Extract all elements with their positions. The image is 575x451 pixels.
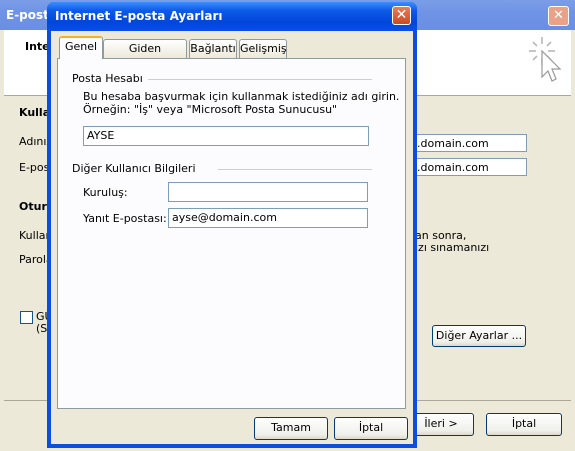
account-name-input[interactable]: AYSE — [83, 126, 369, 146]
close-icon: ✕ — [553, 8, 564, 23]
name-input[interactable]: l.domain.com — [410, 134, 527, 152]
dialog-close-button[interactable]: ✕ — [392, 6, 411, 25]
internet-email-settings-dialog: Internet E-posta Ayarları ✕ Genel Giden … — [47, 2, 417, 448]
secure-password-checkbox[interactable] — [20, 311, 33, 324]
dialog-titlebar: Internet E-posta Ayarları ✕ — [47, 2, 417, 31]
reply-email-label: Yanıt E-postası: — [83, 212, 167, 225]
magic-wand-cursor-icon — [529, 37, 562, 82]
other-user-info-group-title: Diğer Kullanıcı Bilgileri — [72, 162, 196, 175]
ok-button[interactable]: Tamam — [254, 417, 328, 440]
email-input[interactable]: l.domain.com — [410, 158, 527, 176]
close-icon: ✕ — [395, 7, 408, 23]
next-button[interactable]: İleri > — [408, 413, 474, 436]
dialog-cancel-button[interactable]: İptal — [334, 417, 408, 440]
reply-email-input[interactable]: ayse@domain.com — [168, 208, 368, 228]
mail-account-group-line — [148, 79, 372, 80]
tab-general[interactable]: Genel — [59, 36, 103, 59]
tab-outgoing-server[interactable]: Giden Sunucusu — [103, 39, 187, 73]
tab-advanced[interactable]: Gelişmiş — [239, 39, 287, 58]
user-info-section-title: Kulla — [19, 106, 51, 119]
more-settings-button[interactable]: Diğer Ayarlar ... — [432, 325, 526, 347]
wizard-cancel-button[interactable]: İptal — [486, 413, 562, 436]
tab-connection[interactable]: Bağlantı — [189, 39, 237, 58]
general-tab-panel: Posta Hesabı Bu hesaba başvurmak için ku… — [57, 58, 406, 409]
mail-account-group-title: Posta Hesabı — [72, 72, 143, 85]
dialog-title: Internet E-posta Ayarları — [55, 9, 223, 23]
organization-label: Kuruluş: — [83, 186, 128, 199]
other-user-info-group-line — [218, 169, 372, 170]
organization-input[interactable] — [168, 182, 368, 202]
mail-account-desc-line1: Bu hesaba başvurmak için kullanmak isted… — [83, 90, 400, 103]
test-settings-text-2: ızı sınamanızı — [415, 241, 490, 254]
wizard-header-title: Inte — [25, 40, 50, 53]
mail-account-desc-line2: Örneğin: "İş" veya "Microsoft Posta Sunu… — [83, 103, 338, 116]
wizard-close-button[interactable]: ✕ — [548, 6, 569, 26]
dialog-body: Genel Giden Sunucusu Bağlantı Gelişmiş P… — [51, 31, 413, 444]
